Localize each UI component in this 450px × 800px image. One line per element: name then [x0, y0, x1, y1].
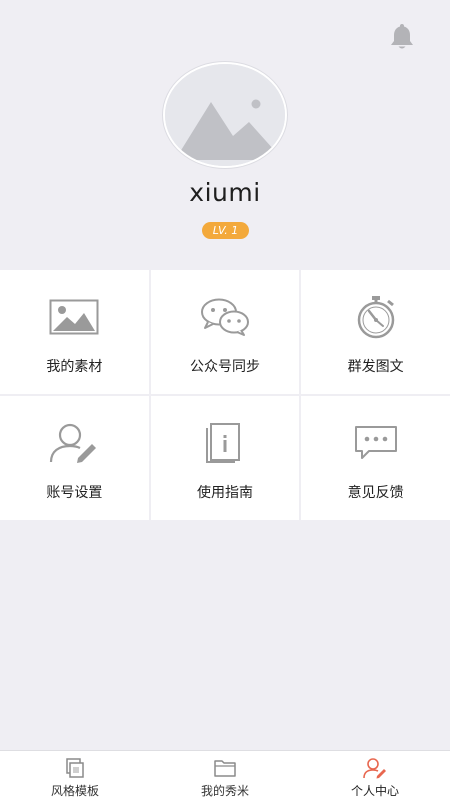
- tab-style-templates[interactable]: 风格模板: [0, 751, 150, 800]
- menu-grid: 我的素材 公众号同步 群发图文 账号设置 使用指南 意见反馈: [0, 270, 450, 520]
- menu-item-label: 公众号同步: [189, 359, 260, 375]
- template-icon: [66, 758, 84, 778]
- bottom-tab-bar: 风格模板 我的秀米 个人中心: [0, 750, 450, 800]
- menu-item-mass-send[interactable]: 群发图文: [301, 270, 450, 394]
- menu-item-label: 使用指南: [196, 485, 253, 501]
- avatar[interactable]: [163, 62, 287, 168]
- image-icon: [49, 299, 99, 335]
- menu-item-feedback[interactable]: 意见反馈: [301, 396, 450, 520]
- bell-icon: [391, 24, 413, 49]
- username: xiumi: [189, 178, 261, 207]
- profile-icon: [363, 758, 386, 779]
- notification-button[interactable]: [386, 20, 418, 52]
- guide-book-icon: [205, 423, 240, 463]
- tab-label: 我的秀米: [200, 784, 249, 798]
- folder-icon: [214, 760, 236, 777]
- menu-item-label: 群发图文: [347, 359, 404, 375]
- tab-label: 个人中心: [350, 784, 399, 798]
- menu-item-my-materials[interactable]: 我的素材: [0, 270, 149, 394]
- stopwatch-icon: [357, 296, 394, 339]
- level-badge: LV. 1: [202, 222, 249, 239]
- menu-item-label: 我的素材: [46, 359, 103, 375]
- tab-label: 风格模板: [50, 784, 99, 798]
- menu-item-label: 账号设置: [46, 485, 103, 501]
- menu-item-label: 意见反馈: [347, 485, 404, 501]
- menu-item-wechat-sync[interactable]: 公众号同步: [150, 270, 300, 394]
- menu-item-account-settings[interactable]: 账号设置: [0, 396, 149, 520]
- tab-personal-center[interactable]: 个人中心: [300, 751, 450, 800]
- tab-my-xiumi[interactable]: 我的秀米: [150, 751, 300, 800]
- image-placeholder-icon: [165, 64, 285, 166]
- wechat-icon: [200, 298, 249, 336]
- user-edit-icon: [50, 423, 97, 463]
- profile-screen: xiumi LV. 1 我的素材 公众号同步 群发图文 账号设置 使用指南 意见…: [0, 0, 450, 800]
- menu-item-user-guide[interactable]: 使用指南: [150, 396, 300, 520]
- feedback-bubble-icon: [354, 426, 397, 459]
